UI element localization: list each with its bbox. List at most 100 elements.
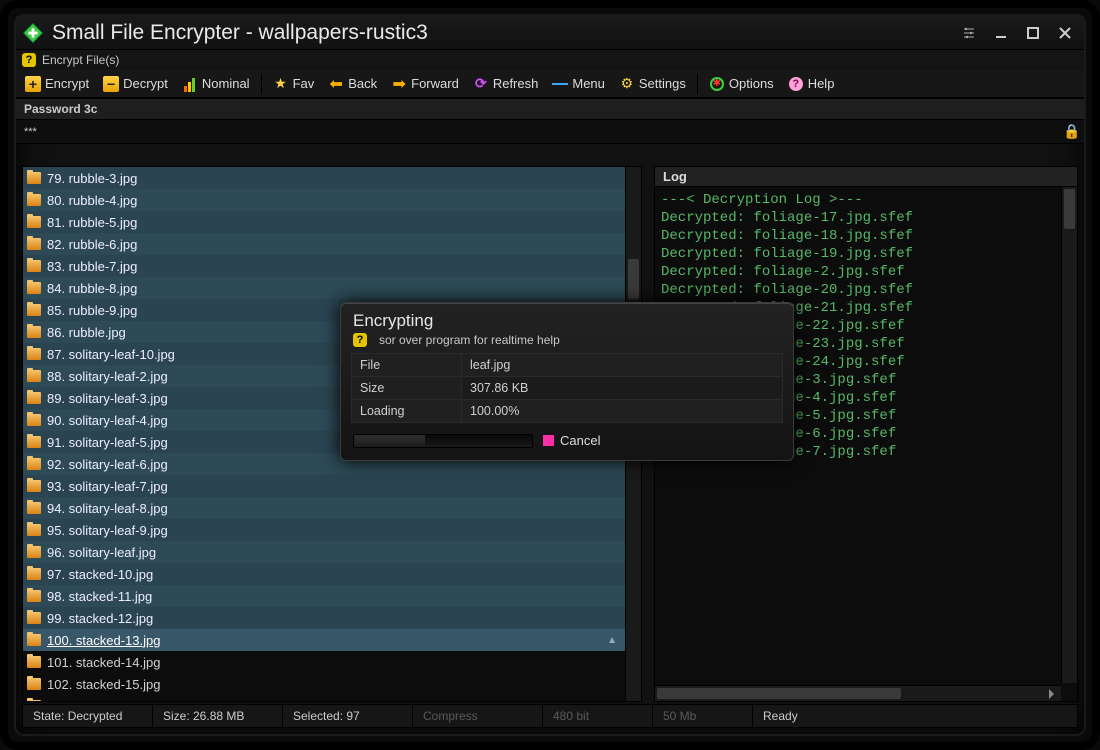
folder-icon: [27, 282, 41, 294]
folder-icon: [27, 524, 41, 536]
app-icon: [22, 22, 44, 44]
file-row[interactable]: 93. solitary-leaf-7.jpg: [23, 475, 625, 497]
decrypt-button[interactable]: −Decrypt: [97, 74, 174, 94]
help-icon: ?: [788, 76, 804, 92]
dialog-size-label: Size: [352, 377, 462, 400]
file-row[interactable]: 102. stacked-15.jpg: [23, 673, 625, 695]
refresh-label: Refresh: [493, 76, 539, 91]
status-bits[interactable]: 480 bit: [543, 705, 653, 727]
file-name: 85. rubble-9.jpg: [47, 303, 137, 318]
dialog-size-value: 307.86 KB: [462, 377, 783, 400]
file-name: 101. stacked-14.jpg: [47, 655, 160, 670]
toolbar-separator: [261, 74, 262, 94]
folder-icon: [27, 260, 41, 272]
cancel-button[interactable]: Cancel: [543, 433, 600, 448]
options-button[interactable]: ✱Options: [703, 74, 780, 94]
scrollbar-thumb[interactable]: [1064, 189, 1075, 229]
folder-icon: [27, 678, 41, 690]
dialog-loading-value: 100.00%: [462, 400, 783, 423]
folder-icon: [27, 348, 41, 360]
dialog-progress-row: Cancel: [341, 423, 793, 460]
file-row[interactable]: 83. rubble-7.jpg: [23, 255, 625, 277]
password-input[interactable]: ***: [16, 124, 1060, 140]
back-label: Back: [348, 76, 377, 91]
folder-icon: [27, 634, 41, 646]
encrypt-button[interactable]: + Encrypt: [19, 74, 95, 94]
status-chunk[interactable]: 50 Mb: [653, 705, 753, 727]
scrollbar-thumb[interactable]: [628, 259, 639, 299]
stop-icon: [543, 435, 554, 446]
scrollbar-thumb[interactable]: [657, 688, 901, 699]
decrypt-label: Decrypt: [123, 76, 168, 91]
file-row[interactable]: 99. stacked-12.jpg: [23, 607, 625, 629]
toolbar-separator: [697, 74, 698, 94]
folder-icon: [27, 370, 41, 382]
file-name: 86. rubble.jpg: [47, 325, 126, 340]
file-row[interactable]: 84. rubble-8.jpg: [23, 277, 625, 299]
file-row[interactable]: 82. rubble-6.jpg: [23, 233, 625, 255]
file-name: 90. solitary-leaf-4.jpg: [47, 413, 168, 428]
folder-icon: [27, 568, 41, 580]
fav-button[interactable]: ★Fav: [267, 74, 321, 94]
hint-text: Encrypt File(s): [42, 53, 119, 67]
file-row[interactable]: 81. rubble-5.jpg: [23, 211, 625, 233]
arrow-right-icon: ➡: [391, 76, 407, 92]
file-name: 84. rubble-8.jpg: [47, 281, 137, 296]
file-name: 93. solitary-leaf-7.jpg: [47, 479, 168, 494]
dialog-hint-row: ? sor over program for realtime help: [341, 333, 793, 353]
file-name: 81. rubble-5.jpg: [47, 215, 137, 230]
minus-icon: −: [103, 76, 119, 92]
file-row[interactable]: 103. stacked-16.jpg: [23, 695, 625, 701]
refresh-button[interactable]: ⟳Refresh: [467, 74, 545, 94]
encrypting-dialog: Encrypting ? sor over program for realti…: [340, 302, 794, 461]
progress-fill: [354, 435, 425, 447]
file-name: 98. stacked-11.jpg: [47, 589, 152, 604]
maximize-button[interactable]: [1020, 22, 1046, 44]
file-name: 102. stacked-15.jpg: [47, 677, 160, 692]
file-name: 80. rubble-4.jpg: [47, 193, 137, 208]
close-button[interactable]: [1052, 22, 1078, 44]
file-name: 94. solitary-leaf-8.jpg: [47, 501, 168, 516]
file-row[interactable]: 79. rubble-3.jpg: [23, 167, 625, 189]
folder-icon: [27, 480, 41, 492]
file-row[interactable]: 96. solitary-leaf.jpg: [23, 541, 625, 563]
dialog-loading-label: Loading: [352, 400, 462, 423]
menu-button[interactable]: Menu: [546, 74, 611, 94]
file-name: 92. solitary-leaf-6.jpg: [47, 457, 168, 472]
status-compress[interactable]: Compress: [413, 705, 543, 727]
file-row[interactable]: 98. stacked-11.jpg: [23, 585, 625, 607]
log-scrollbar-vertical[interactable]: [1061, 187, 1077, 683]
folder-icon: [27, 194, 41, 206]
log-scrollbar-horizontal[interactable]: [655, 685, 1061, 701]
status-bar: State: Decrypted Size: 26.88 MB Selected…: [22, 704, 1078, 728]
gear-icon: ⚙: [619, 76, 635, 92]
plus-icon: +: [25, 76, 41, 92]
file-name: 82. rubble-6.jpg: [47, 237, 137, 252]
status-size: Size: 26.88 MB: [153, 705, 283, 727]
window-settings-icon[interactable]: [956, 22, 982, 44]
settings-button[interactable]: ⚙Settings: [613, 74, 692, 94]
file-row[interactable]: 101. stacked-14.jpg: [23, 651, 625, 673]
file-name: 88. solitary-leaf-2.jpg: [47, 369, 168, 384]
status-selected: Selected: 97: [283, 705, 413, 727]
encrypt-label: Encrypt: [45, 76, 89, 91]
lock-icon[interactable]: 🔒: [1060, 120, 1084, 144]
back-button[interactable]: ⬅Back: [322, 74, 383, 94]
minimize-button[interactable]: [988, 22, 1014, 44]
file-row[interactable]: 100. stacked-13.jpg▲: [23, 629, 625, 651]
help-button[interactable]: ?Help: [782, 74, 841, 94]
file-row[interactable]: 94. solitary-leaf-8.jpg: [23, 497, 625, 519]
folder-icon: [27, 458, 41, 470]
file-name: 96. solitary-leaf.jpg: [47, 545, 156, 560]
dialog-file-value: leaf.jpg: [462, 354, 783, 377]
file-row[interactable]: 80. rubble-4.jpg: [23, 189, 625, 211]
nominal-button[interactable]: Nominal: [176, 74, 256, 94]
hint-icon: ?: [22, 53, 36, 67]
file-row[interactable]: 97. stacked-10.jpg: [23, 563, 625, 585]
folder-icon: [27, 700, 41, 701]
fav-label: Fav: [293, 76, 315, 91]
status-state: State: Decrypted: [23, 705, 153, 727]
menu-label: Menu: [572, 76, 605, 91]
forward-button[interactable]: ➡Forward: [385, 74, 465, 94]
file-row[interactable]: 95. solitary-leaf-9.jpg: [23, 519, 625, 541]
